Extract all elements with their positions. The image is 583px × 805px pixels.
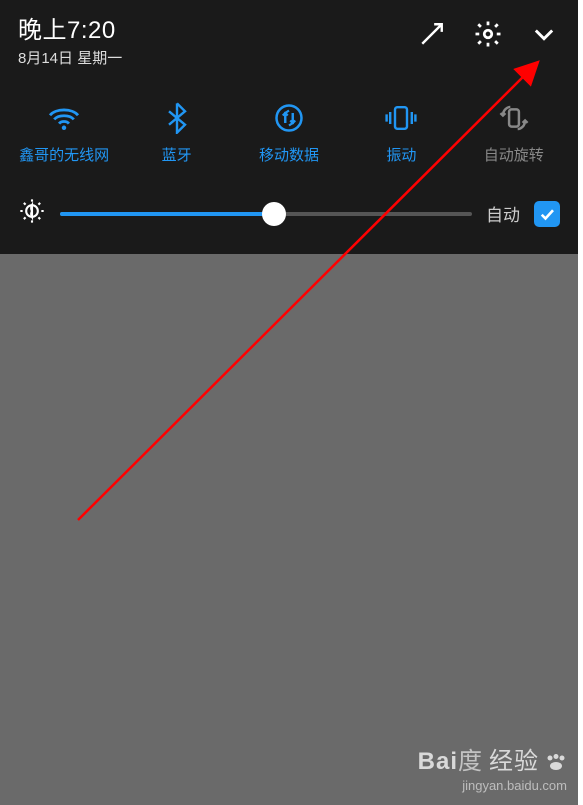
brightness-slider[interactable] — [60, 212, 472, 216]
clock-time: 晚上7:20 — [18, 10, 122, 45]
check-icon — [538, 205, 556, 223]
toggle-autorotate[interactable]: 自动旋转 — [466, 102, 562, 165]
brightness-icon — [18, 197, 46, 230]
watermark-url: jingyan.baidu.com — [418, 778, 567, 793]
settings-button[interactable] — [472, 18, 504, 50]
chevron-down-icon — [530, 20, 558, 48]
autorotate-icon — [498, 102, 530, 134]
toggle-wifi[interactable]: 鑫哥的无线网 — [16, 102, 112, 165]
watermark: Bai度 经验 jingyan.baidu.com — [418, 741, 567, 793]
page-edge — [578, 0, 583, 805]
auto-brightness-label: 自动 — [486, 201, 520, 226]
toggle-mobiledata[interactable]: 移动数据 — [241, 102, 337, 165]
toggle-label: 自动旋转 — [484, 144, 544, 165]
pencil-icon — [419, 21, 445, 47]
notification-shade: 晚上7:20 8月14日 星期一 — [0, 0, 578, 254]
status-bar: 晚上7:20 8月14日 星期一 — [0, 0, 578, 74]
auto-brightness-checkbox[interactable] — [534, 201, 560, 227]
statusbar-actions — [416, 10, 560, 50]
vibrate-icon — [383, 102, 419, 134]
expand-button[interactable] — [528, 18, 560, 50]
edit-button[interactable] — [416, 18, 448, 50]
bluetooth-icon — [165, 102, 189, 134]
toggle-vibrate[interactable]: 振动 — [353, 102, 449, 165]
toggle-label: 移动数据 — [259, 144, 319, 165]
toggle-label: 振动 — [386, 144, 416, 165]
datetime-block: 晚上7:20 8月14日 星期一 — [18, 10, 122, 68]
wifi-icon — [47, 102, 81, 134]
watermark-brand-b: 经验 — [489, 741, 539, 776]
toggle-bluetooth[interactable]: 蓝牙 — [129, 102, 225, 165]
gear-icon — [473, 19, 503, 49]
toggle-label: 鑫哥的无线网 — [19, 144, 109, 165]
watermark-brand-a: Bai度 — [418, 741, 483, 776]
slider-thumb[interactable] — [262, 202, 286, 226]
slider-fill — [60, 212, 274, 216]
quick-toggles-row: 鑫哥的无线网 蓝牙 移动数据 — [0, 74, 578, 181]
date-label: 8月14日 星期一 — [18, 47, 122, 68]
paw-icon — [545, 750, 567, 768]
toggle-label: 蓝牙 — [162, 144, 192, 165]
mobiledata-icon — [274, 102, 304, 134]
brightness-row: 自动 — [0, 181, 578, 254]
